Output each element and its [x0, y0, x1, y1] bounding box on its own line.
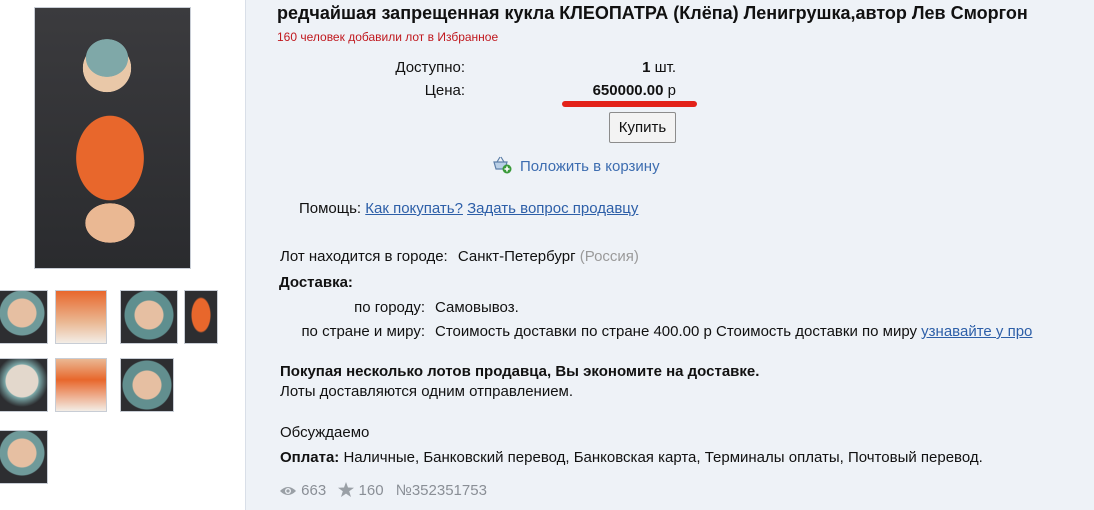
- add-to-cart-link[interactable]: Положить в корзину: [492, 156, 660, 175]
- star-icon: [338, 482, 355, 501]
- lot-title: редчайшая запрещенная кукла КЛЕОПАТРА (К…: [277, 3, 1028, 23]
- views-count: 663: [301, 482, 327, 499]
- thumbnail-3[interactable]: [120, 290, 178, 344]
- available-unit: шт.: [654, 59, 676, 76]
- lot-number: №352351753: [395, 482, 487, 499]
- location-city: Санкт-Петербург: [457, 248, 576, 265]
- ask-world-delivery-link[interactable]: узнавайте у про: [921, 323, 1032, 340]
- payment-label: Оплата:: [280, 449, 340, 466]
- thumbnail-4[interactable]: [184, 290, 218, 344]
- eye-icon: [279, 484, 297, 501]
- payment-methods: Наличные, Банковский перевод, Банковская…: [343, 449, 983, 466]
- delivery-world-text: Стоимость доставки по стране 400.00 р Ст…: [435, 323, 917, 340]
- available-qty: 1: [642, 59, 651, 76]
- available-value: 1 шт.: [500, 59, 676, 76]
- price-highlight-underline: [562, 101, 697, 107]
- delivery-world-label: по стране и миру:: [301, 323, 425, 340]
- buy-button[interactable]: Купить: [609, 112, 676, 143]
- price-currency: р: [667, 82, 676, 99]
- help-row: Помощь: Как покупать? Задать вопрос прод…: [299, 200, 638, 217]
- delivery-city-value: Самовывоз.: [435, 299, 519, 316]
- thumbnail-6[interactable]: [55, 358, 107, 412]
- add-to-cart-label: Положить в корзину: [520, 158, 660, 175]
- delivery-world-value: Стоимость доставки по стране 400.00 р Ст…: [435, 323, 1032, 340]
- how-to-buy-link[interactable]: Как покупать?: [365, 200, 463, 217]
- thumbnail-8[interactable]: [0, 430, 48, 484]
- savings-normal-text: Лоты доставляются одним отправлением.: [280, 383, 574, 400]
- location-label: Лот находится в городе:: [280, 248, 448, 265]
- payment-row: Оплата: Наличные, Банковский перевод, Ба…: [280, 449, 983, 466]
- available-label: Доступно:: [395, 59, 465, 76]
- price-value: 650000.00 р: [500, 82, 676, 99]
- price-amount: 650000.00: [592, 82, 664, 99]
- ask-seller-link[interactable]: Задать вопрос продавцу: [467, 200, 638, 217]
- favorites-count: 160: [358, 482, 384, 499]
- thumbnail-7[interactable]: [120, 358, 174, 412]
- delivery-heading: Доставка:: [279, 274, 353, 291]
- photo-column: [0, 0, 246, 510]
- favorites-count-text: 160 человек добавили лот в Избранное: [277, 30, 499, 44]
- price-label: Цена:: [424, 82, 465, 99]
- lot-stats: 663 160 №352351753: [279, 482, 487, 501]
- help-label: Помощь:: [299, 200, 362, 217]
- main-product-photo[interactable]: [34, 7, 191, 269]
- cart-add-icon: [492, 156, 512, 174]
- location-country: (Россия): [579, 248, 639, 265]
- delivery-city-label: по городу:: [354, 299, 425, 316]
- location-row: Лот находится в городе: Санкт-Петербург …: [280, 248, 639, 265]
- savings-bold-text: Покупая несколько лотов продавца, Вы эко…: [280, 363, 760, 380]
- thumbnail-2[interactable]: [55, 290, 107, 344]
- thumbnail-5[interactable]: [0, 358, 48, 412]
- thumbnail-1[interactable]: [0, 290, 48, 344]
- negotiable-text: Обсуждаемо: [280, 424, 370, 441]
